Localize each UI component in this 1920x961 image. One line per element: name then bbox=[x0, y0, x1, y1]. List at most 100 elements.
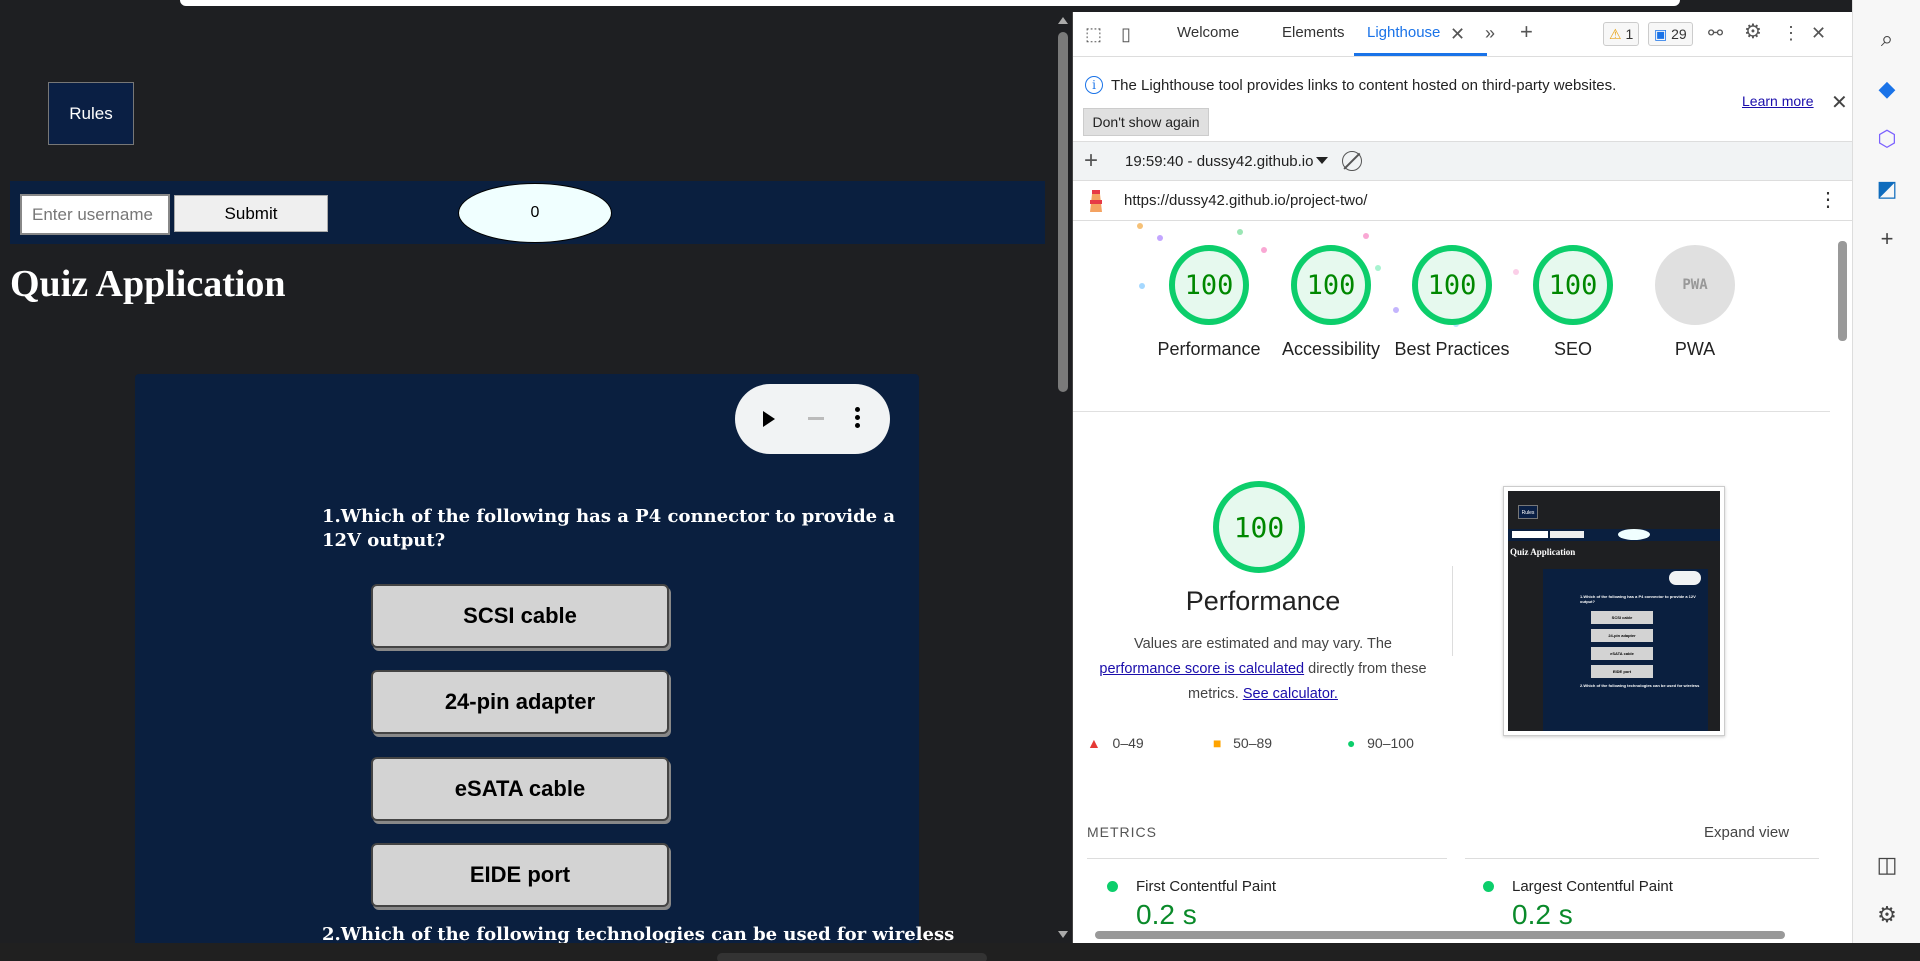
report-url-bar: https://dussy42.github.io/project-two/ ⋮ bbox=[1073, 181, 1852, 221]
warning-icon: ⚠ bbox=[1609, 26, 1622, 42]
lighthouse-report: 100 Performance 100 Accessibility 100 Be… bbox=[1073, 221, 1852, 943]
clear-icon[interactable] bbox=[1342, 151, 1362, 171]
pwa-badge-text: PWA bbox=[1682, 277, 1708, 293]
report-menu-icon[interactable]: ⋮ bbox=[1818, 187, 1838, 212]
report-scroll-thumb[interactable] bbox=[1838, 241, 1847, 341]
score-display: 0 bbox=[458, 183, 612, 243]
scroll-up-icon[interactable] bbox=[1058, 17, 1068, 24]
metric-rule bbox=[1465, 858, 1819, 859]
more-tabs-icon[interactable]: » bbox=[1485, 24, 1495, 42]
dont-show-again-button[interactable]: Don't show again bbox=[1083, 108, 1209, 136]
taskbar bbox=[0, 943, 1920, 961]
outlook-icon[interactable]: ◩ bbox=[1875, 176, 1899, 201]
performance-label: Performance bbox=[1157, 339, 1261, 359]
scroll-down-icon[interactable] bbox=[1058, 931, 1068, 938]
tag-icon[interactable]: ◆ bbox=[1875, 76, 1899, 101]
expand-view-toggle[interactable]: Expand view bbox=[1704, 824, 1789, 841]
triangle-icon: ▲ bbox=[1087, 735, 1101, 751]
messages-count: 29 bbox=[1671, 26, 1687, 42]
question-2: 2.Which of the following technologies ca… bbox=[322, 924, 955, 943]
confetti-dot bbox=[1363, 233, 1369, 239]
legend-fail-label: 0–49 bbox=[1112, 735, 1144, 751]
warnings-badge[interactable]: ⚠ 1 bbox=[1603, 22, 1640, 46]
messages-badge[interactable]: ▣ 29 bbox=[1648, 22, 1693, 46]
thumb-answer-4: EIDE port bbox=[1591, 665, 1653, 678]
vertical-divider bbox=[1452, 566, 1453, 656]
pwa-label: PWA bbox=[1674, 339, 1716, 359]
lighthouse-icon bbox=[1090, 190, 1102, 212]
add-tab-icon[interactable]: + bbox=[1520, 21, 1533, 43]
inspect-icon[interactable]: ⬚ bbox=[1085, 25, 1102, 43]
performance-description: Values are estimated and may vary. The p… bbox=[1083, 632, 1443, 707]
best-practices-label: Best Practices bbox=[1394, 339, 1510, 359]
audio-player[interactable] bbox=[735, 384, 890, 454]
settings-icon[interactable]: ⚙ bbox=[1875, 902, 1899, 927]
info-banner: i The Lighthouse tool provides links to … bbox=[1073, 57, 1852, 141]
report-url: https://dussy42.github.io/project-two/ bbox=[1124, 192, 1368, 209]
learn-more-link[interactable]: Learn more bbox=[1742, 93, 1814, 109]
tab-lighthouse[interactable]: Lighthouse bbox=[1367, 24, 1440, 41]
tab-elements[interactable]: Elements bbox=[1282, 24, 1345, 41]
quiz-container: 1.Which of the following has a P4 connec… bbox=[135, 374, 954, 943]
accessibility-gauge[interactable]: 100 bbox=[1291, 245, 1371, 325]
thumb-rules: Rules bbox=[1518, 505, 1538, 519]
best-practices-gauge[interactable]: 100 bbox=[1412, 245, 1492, 325]
taskbar-search[interactable] bbox=[717, 953, 987, 961]
kebab-menu-icon[interactable]: ⋮ bbox=[1782, 24, 1800, 42]
horizontal-scroll-thumb[interactable] bbox=[1095, 931, 1785, 939]
close-banner-icon[interactable]: ✕ bbox=[1831, 90, 1848, 115]
report-scrollbar[interactable] bbox=[1833, 221, 1852, 941]
chevron-down-icon[interactable] bbox=[1316, 157, 1328, 164]
rules-button[interactable]: Rules bbox=[48, 82, 134, 145]
seo-label: SEO bbox=[1553, 339, 1592, 359]
thumb-audio bbox=[1669, 571, 1701, 585]
pwa-gauge[interactable]: PWA bbox=[1655, 245, 1735, 325]
sidebar-toggle-icon[interactable]: ◫ bbox=[1875, 852, 1899, 877]
close-devtools-icon[interactable]: ✕ bbox=[1811, 24, 1826, 42]
pass-dot-icon bbox=[1107, 881, 1118, 892]
audio-progress[interactable] bbox=[808, 417, 824, 420]
answer-button-4[interactable]: EIDE port bbox=[371, 843, 669, 907]
answer-button-1[interactable]: SCSI cable bbox=[371, 584, 669, 648]
thumb-answer-1: SCSI cable bbox=[1591, 611, 1653, 624]
thumb-input bbox=[1512, 531, 1548, 538]
thumb-score bbox=[1618, 529, 1650, 540]
performance-score-gauge: 100 bbox=[1213, 481, 1305, 573]
confetti-dot bbox=[1157, 235, 1163, 241]
copilot-icon[interactable]: ⬡ bbox=[1875, 126, 1899, 151]
metrics-heading: METRICS bbox=[1087, 824, 1157, 840]
see-calculator-link[interactable]: See calculator. bbox=[1243, 686, 1338, 702]
legend-average: ■ 50–89 bbox=[1213, 735, 1272, 751]
score-calc-link[interactable]: performance score is calculated bbox=[1099, 661, 1304, 677]
more-options-icon[interactable] bbox=[855, 404, 861, 434]
answer-button-3[interactable]: eSATA cable bbox=[371, 757, 669, 821]
accessibility-label: Accessibility bbox=[1281, 339, 1381, 359]
answer-button-2[interactable]: 24-pin adapter bbox=[371, 670, 669, 734]
divider bbox=[1073, 411, 1830, 412]
message-icon: ▣ bbox=[1654, 26, 1668, 42]
metric-fcp-name: First Contentful Paint bbox=[1136, 878, 1277, 895]
confetti-dot bbox=[1237, 229, 1243, 235]
seo-gauge[interactable]: 100 bbox=[1533, 245, 1613, 325]
report-horizontal-scrollbar[interactable] bbox=[1073, 926, 1852, 943]
page-scrollbar[interactable] bbox=[1053, 12, 1073, 943]
address-bar-edge[interactable] bbox=[180, 0, 1680, 6]
play-icon[interactable] bbox=[763, 411, 775, 427]
confetti-dot bbox=[1137, 223, 1143, 229]
legend-pass: ● 90–100 bbox=[1347, 735, 1414, 751]
device-toolbar-icon[interactable]: ▯ bbox=[1121, 25, 1131, 43]
new-report-icon[interactable]: + bbox=[1084, 147, 1098, 175]
metric-rule bbox=[1087, 858, 1447, 859]
search-icon[interactable]: ⌕ bbox=[1875, 26, 1899, 51]
username-input[interactable] bbox=[20, 194, 170, 235]
submit-button[interactable]: Submit bbox=[174, 195, 328, 232]
close-tab-icon[interactable]: ✕ bbox=[1450, 25, 1465, 43]
page-scroll-thumb[interactable] bbox=[1058, 32, 1068, 392]
customize-icon[interactable]: ⚯ bbox=[1708, 24, 1723, 42]
settings-gear-icon[interactable]: ⚙ bbox=[1744, 22, 1762, 42]
final-screenshot[interactable]: Rules Quiz Application 1.Which of the fo… bbox=[1503, 486, 1725, 736]
tab-welcome[interactable]: Welcome bbox=[1177, 24, 1239, 41]
performance-gauge[interactable]: 100 bbox=[1169, 245, 1249, 325]
report-selector[interactable]: 19:59:40 - dussy42.github.io bbox=[1125, 153, 1313, 170]
add-icon[interactable]: + bbox=[1875, 226, 1899, 251]
